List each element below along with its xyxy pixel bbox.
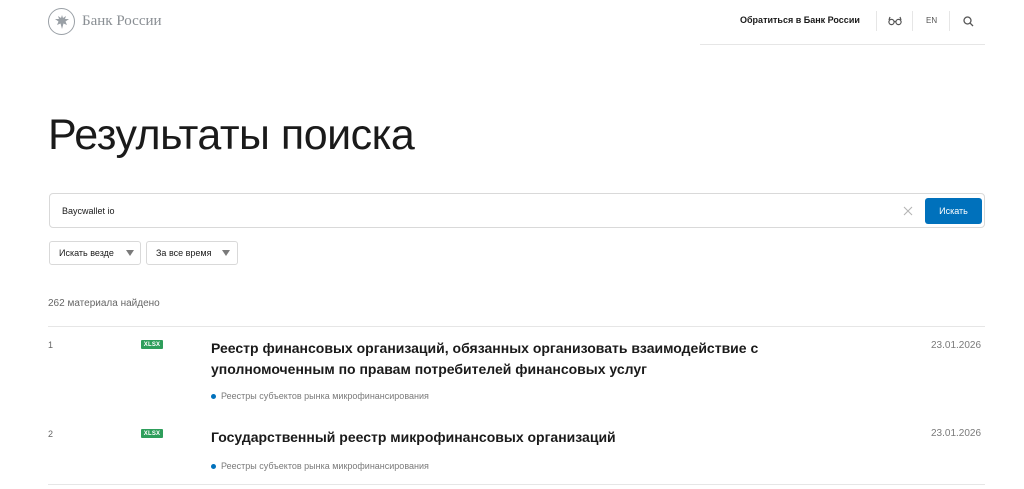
result-tag-link[interactable]: Реестры субъектов рынка микрофинансирова… [211, 391, 429, 401]
contact-bank-link[interactable]: Обратиться в Банк России [740, 15, 860, 25]
result-number: 2 [48, 429, 54, 439]
logo[interactable]: Банк России [48, 8, 162, 35]
results-count: 262 материала найдено [48, 298, 160, 309]
result-tag-text: Реестры субъектов рынка микрофинансирова… [221, 391, 429, 401]
tag-dot-icon [211, 393, 216, 399]
result-date: 23.01.2026 [931, 340, 982, 351]
filter-scope-select[interactable]: Искать везде [49, 241, 141, 265]
result-date: 23.01.2026 [931, 428, 982, 439]
tag-dot-icon [211, 463, 216, 469]
language-switch-en[interactable]: EN [926, 16, 937, 25]
site-header: Банк России Обратиться в Банк России EN [0, 0, 1024, 45]
result-tag-link[interactable]: Реестры субъектов рынка микрофинансирова… [211, 461, 429, 471]
page-title: Результаты поиска [48, 111, 415, 159]
filter-scope-label: Искать везде [59, 248, 114, 258]
eagle-emblem-icon [48, 8, 75, 35]
xlsx-badge: XLSX [141, 340, 163, 349]
clear-search-icon[interactable] [902, 205, 914, 217]
results-divider [48, 326, 985, 327]
results-divider [48, 484, 985, 485]
dropdown-arrow-icon [222, 250, 230, 256]
result-number: 1 [48, 340, 54, 350]
dropdown-arrow-icon [126, 250, 134, 256]
xlsx-badge: XLSX [141, 429, 163, 438]
logo-text: Банк России [82, 13, 162, 29]
header-separator [949, 11, 950, 31]
result-title-link[interactable]: Реестр финансовых организаций, обязанных… [211, 338, 811, 380]
result-tag-text: Реестры субъектов рынка микрофинансирова… [221, 461, 429, 471]
accessibility-icon[interactable] [887, 12, 903, 30]
header-divider [700, 44, 985, 45]
header-separator [912, 11, 913, 31]
search-form: Искать [49, 193, 985, 228]
filter-period-label: За все время [156, 248, 212, 258]
header-separator [876, 11, 877, 31]
result-title-link[interactable]: Государственный реестр микрофинансовых о… [211, 427, 811, 448]
search-input[interactable] [62, 203, 882, 219]
search-icon[interactable] [960, 13, 976, 29]
search-submit-button[interactable]: Искать [925, 198, 982, 224]
filter-period-select[interactable]: За все время [146, 241, 238, 265]
